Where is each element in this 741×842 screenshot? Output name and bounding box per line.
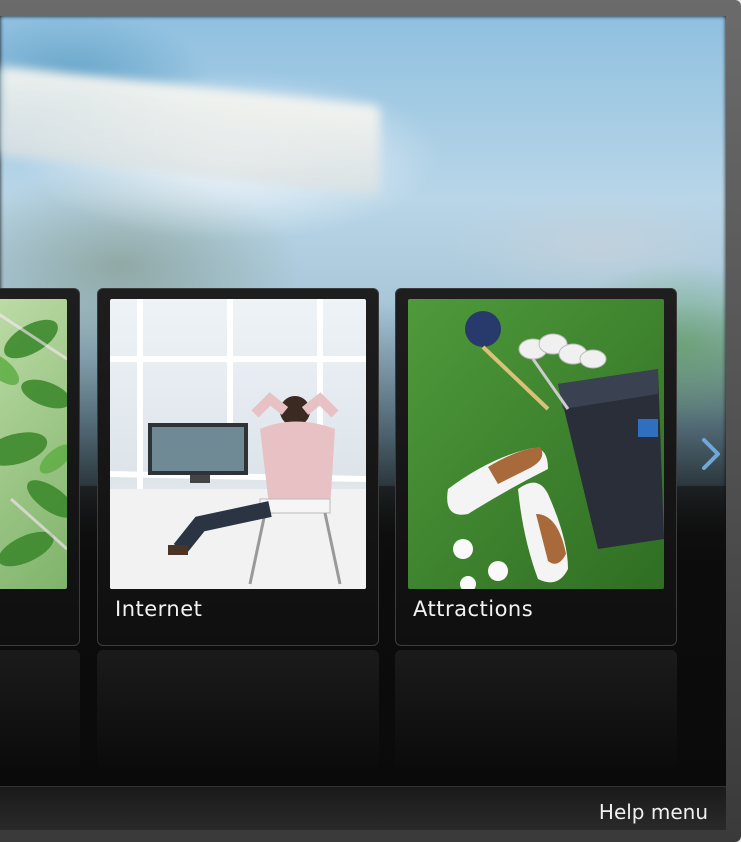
- tv-frame: Internet Attractions Help menu: [0, 0, 741, 842]
- tv-screen: Internet Attractions Help menu: [0, 16, 726, 830]
- golf-attractions-image: [408, 299, 664, 589]
- chevron-right-icon: [702, 438, 720, 470]
- help-menu-button[interactable]: Help menu: [599, 800, 708, 824]
- tile-reflection: [395, 650, 677, 770]
- menu-tile-nature[interactable]: [0, 288, 80, 646]
- next-page-button[interactable]: [700, 436, 724, 472]
- menu-tile-attractions[interactable]: Attractions: [395, 288, 677, 646]
- tile-label: Attractions: [413, 597, 534, 621]
- menu-tile-internet[interactable]: Internet: [97, 288, 379, 646]
- nature-leaves-image: [0, 299, 67, 589]
- tile-reflection: [97, 650, 379, 770]
- internet-tv-image: [110, 299, 366, 589]
- tile-label: Internet: [115, 597, 203, 621]
- tile-reflection: [0, 650, 80, 770]
